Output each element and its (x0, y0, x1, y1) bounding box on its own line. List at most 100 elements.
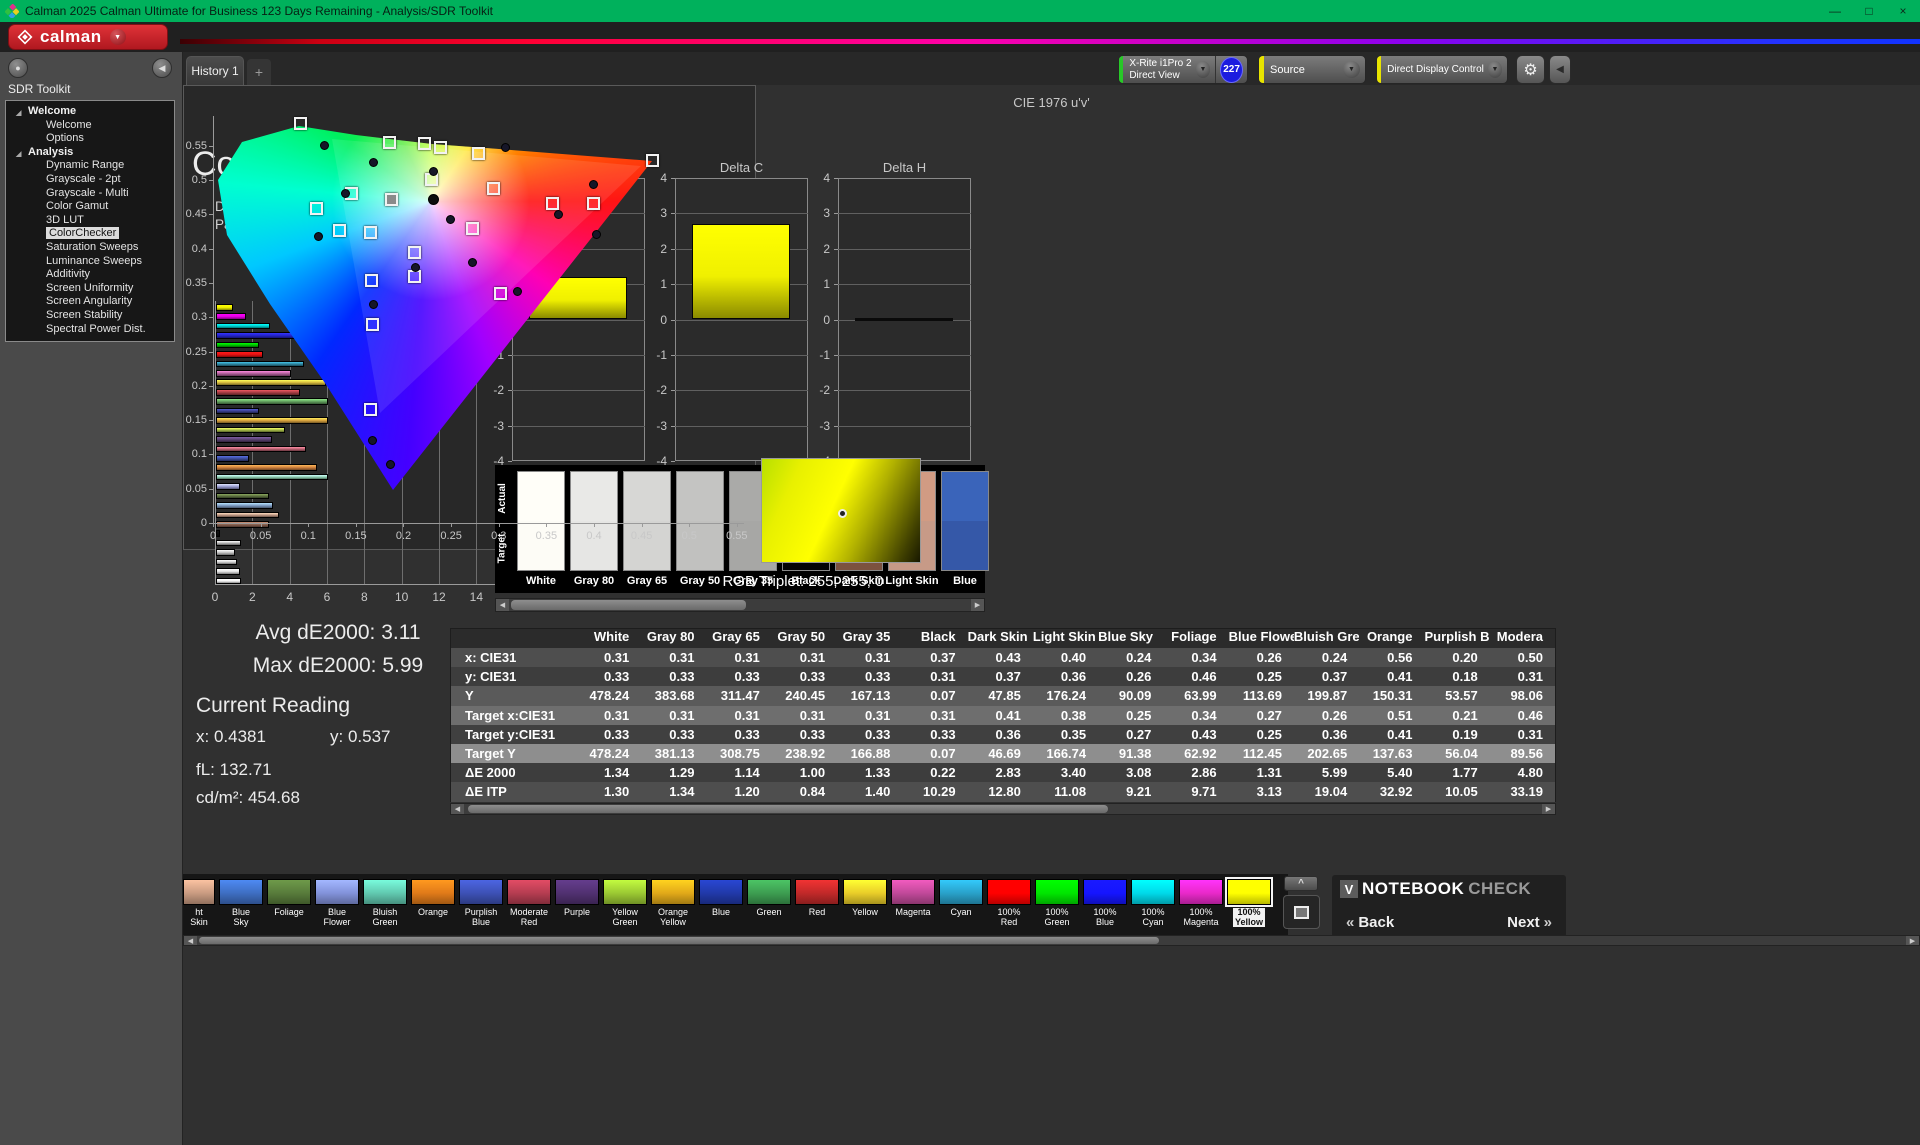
patch-chip-100-blue[interactable] (1083, 879, 1127, 905)
sidebar-item-spectral-power-dist-[interactable]: Spectral Power Dist. (6, 323, 174, 337)
scroll-right-icon[interactable]: ▶ (971, 599, 984, 611)
cie-y-tick-label: 0.05 (185, 482, 207, 495)
expand-strip-button[interactable]: ^ (1284, 876, 1318, 891)
toolbar: History 1 + X-Rite i1Pro 2 Direct View ▼… (183, 52, 1920, 85)
avg-de2000-stat: Avg dE2000: 3.11 (255, 621, 421, 644)
source-dropdown-arrow-icon[interactable]: ▼ (1343, 61, 1360, 78)
sidebar-item-screen-angularity[interactable]: Screen Angularity (6, 295, 174, 309)
patch-chip-foliage[interactable] (267, 879, 311, 905)
patch-chip-moderate-red[interactable] (507, 879, 551, 905)
settings-button[interactable]: ⚙ (1516, 55, 1545, 84)
tab-history-1[interactable]: History 1 (186, 56, 244, 85)
sidebar-item-dynamic-range[interactable]: Dynamic Range (6, 159, 174, 173)
scroll-left-icon[interactable]: ◀ (496, 599, 509, 611)
minimize-button[interactable]: — (1818, 0, 1852, 22)
patch-chip-100-magenta[interactable] (1179, 879, 1223, 905)
patch-chip-blue[interactable] (699, 879, 743, 905)
scroll-right-icon[interactable]: ▶ (1906, 936, 1919, 945)
calman-menu-arrow-icon[interactable]: ▼ (109, 29, 126, 45)
table-cell: 0.31 (734, 650, 760, 666)
patch-chip-100-green[interactable] (1035, 879, 1079, 905)
patch-chip-100-yellow[interactable] (1225, 877, 1273, 907)
patch-chip-yellow-green[interactable] (603, 879, 647, 905)
patch-chip-purple[interactable] (555, 879, 599, 905)
patch-chip-100-red[interactable] (987, 879, 1031, 905)
tick-mark (209, 282, 213, 284)
y-tick-label: 0 (823, 312, 830, 327)
sidebar-item-3d-lut[interactable]: 3D LUT (6, 214, 174, 228)
row-label: Y (465, 688, 474, 704)
sidebar-options-button[interactable]: ● (8, 58, 28, 78)
sidebar-item-screen-uniformity[interactable]: Screen Uniformity (6, 282, 174, 296)
table-cell: 308.75 (720, 746, 760, 762)
sidebar-item-colorchecker[interactable]: ColorChecker (6, 227, 174, 241)
meter-dropdown[interactable]: X-Rite i1Pro 2 Direct View ▼ 227 (1118, 55, 1248, 84)
patch-chip-yellow[interactable] (843, 879, 887, 905)
meter-dropdown-arrow-icon[interactable]: ▼ (1195, 61, 1211, 78)
next-button[interactable]: Next » (1507, 914, 1552, 931)
sidebar-item-welcome[interactable]: Welcome (6, 119, 174, 133)
patch-chip-blue-flower[interactable] (315, 879, 359, 905)
sidebar-item-saturation-sweeps[interactable]: Saturation Sweeps (6, 241, 174, 255)
scroll-left-icon[interactable]: ◀ (184, 936, 197, 945)
patch-chip-cyan[interactable] (939, 879, 983, 905)
tree-group-analysis[interactable]: ◢ Analysis (6, 146, 174, 160)
display-control-dropdown[interactable]: Direct Display Control ▼ (1376, 55, 1508, 84)
add-tab-button[interactable]: + (247, 59, 271, 85)
collapse-panel-button[interactable]: ◀ (1549, 55, 1571, 84)
tree-expander-icon[interactable]: ◢ (16, 148, 21, 162)
back-button[interactable]: « Back (1346, 914, 1394, 931)
page-horizontal-scrollbar[interactable]: ◀ ▶ (183, 935, 1920, 946)
table-cell: 0.33 (734, 669, 760, 685)
table-cell: 0.31 (930, 669, 956, 685)
patch-chip-purplish-blue[interactable] (459, 879, 503, 905)
patch-chip-100-cyan[interactable] (1131, 879, 1175, 905)
scroll-right-icon[interactable]: ▶ (1542, 804, 1555, 814)
current-cdm2-value: cd/m²: 454.68 (196, 788, 300, 807)
source-label: Source (1270, 63, 1305, 76)
table-cell: 0.41 (995, 707, 1021, 723)
table-cell: 89.56 (1510, 746, 1543, 762)
sidebar-collapse-button[interactable]: ◀ (152, 58, 172, 78)
close-button[interactable]: × (1886, 0, 1920, 22)
swatch-strip-scrollbar[interactable]: ◀ ▶ (495, 598, 985, 612)
calman-menu-button[interactable]: calman ▼ (8, 24, 168, 50)
scroll-left-icon[interactable]: ◀ (451, 804, 464, 814)
sidebar-item-additivity[interactable]: Additivity (6, 268, 174, 282)
scrollbar-thumb[interactable] (468, 805, 1108, 813)
patch-chip-orange-yellow[interactable] (651, 879, 695, 905)
sidebar-item-color-gamut[interactable]: Color Gamut (6, 200, 174, 214)
tick-mark (689, 523, 691, 527)
sidebar-item-grayscale-multi[interactable]: Grayscale - Multi (6, 187, 174, 201)
current-y-value: y: 0.537 (330, 727, 391, 746)
table-cell: 0.31 (930, 707, 956, 723)
maximize-button[interactable]: □ (1852, 0, 1886, 22)
layout-toggle-button[interactable] (1283, 895, 1320, 929)
patch-chip-blue-sky[interactable] (219, 879, 263, 905)
patch-chip-label: Blue (711, 907, 731, 917)
patch-chip-orange[interactable] (411, 879, 455, 905)
patch-chip-green[interactable] (747, 879, 791, 905)
cie-y-tick-label: 0.4 (191, 242, 207, 255)
sidebar-item-screen-stability[interactable]: Screen Stability (6, 309, 174, 323)
tree-group-welcome[interactable]: ◢ Welcome (6, 105, 174, 119)
table-cell: 5.99 (1321, 765, 1348, 781)
source-dropdown[interactable]: Source ▼ (1258, 55, 1366, 84)
table-cell: 0.33 (603, 726, 630, 742)
sidebar-item-options[interactable]: Options (6, 132, 174, 146)
patch-chip-ht-skin[interactable] (183, 879, 215, 905)
scrollbar-thumb[interactable] (199, 937, 1159, 944)
table-cell: 0.19 (1452, 726, 1478, 742)
tick-mark (834, 213, 838, 215)
tick-mark (209, 420, 213, 422)
sidebar-item-luminance-sweeps[interactable]: Luminance Sweeps (6, 255, 174, 269)
scrollbar-thumb[interactable] (511, 600, 746, 610)
sidebar-item-grayscale-2pt[interactable]: Grayscale - 2pt (6, 173, 174, 187)
table-cell: 0.41 (1387, 669, 1413, 685)
patch-chip-red[interactable] (795, 879, 839, 905)
table-scrollbar[interactable]: ◀ ▶ (450, 803, 1556, 815)
patch-chip-bluish-green[interactable] (363, 879, 407, 905)
patch-chip-magenta[interactable] (891, 879, 935, 905)
tree-expander-icon[interactable]: ◢ (16, 107, 21, 121)
display-control-dropdown-arrow-icon[interactable]: ▼ (1487, 61, 1502, 78)
